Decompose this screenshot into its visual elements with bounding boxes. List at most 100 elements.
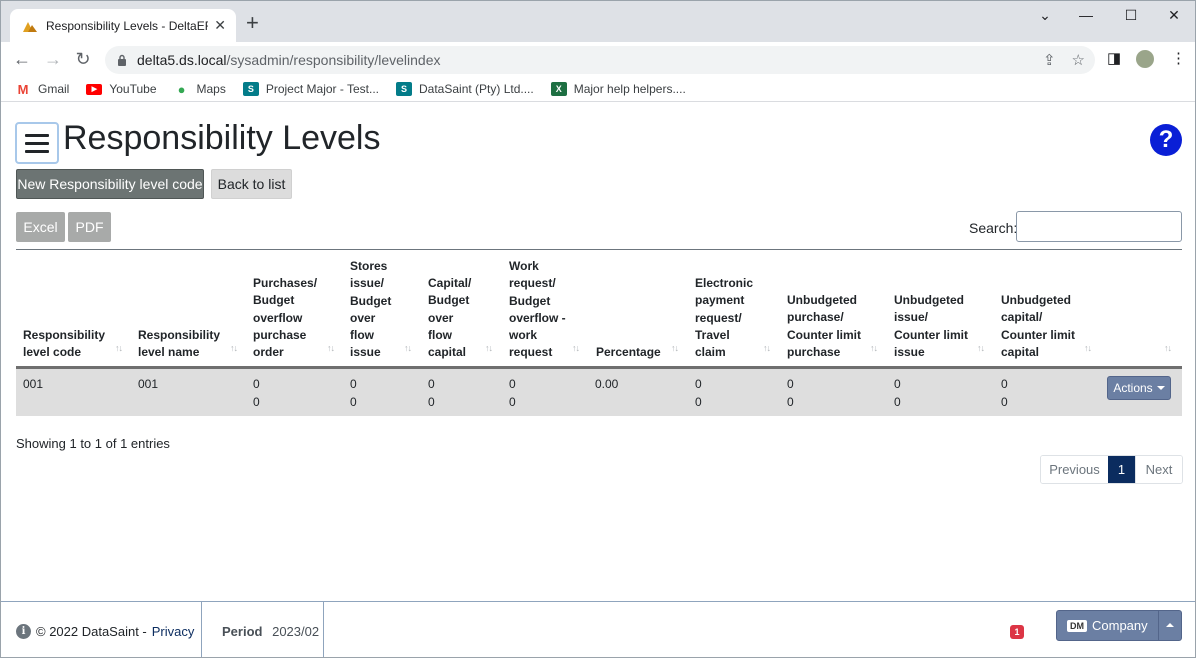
footer-period: Period 2023/02 bbox=[222, 624, 319, 639]
footer-divider bbox=[323, 602, 324, 657]
cell-work-request-secondary: 0 bbox=[509, 395, 516, 409]
column-header-unbudgeted-purchase[interactable]: Unbudgeted purchase/ Counter limit purch… bbox=[787, 292, 867, 361]
sharepoint-icon: S bbox=[242, 82, 259, 96]
cell-unbudgeted-capital: 0 bbox=[1001, 377, 1008, 391]
actions-label: Actions bbox=[1113, 381, 1153, 395]
sort-icon[interactable]: ↑↓ bbox=[572, 343, 580, 353]
browser-tab[interactable]: Responsibility Levels - DeltaERP5 ✕ bbox=[10, 9, 236, 42]
footer-divider bbox=[201, 602, 202, 657]
bookmark-star-icon[interactable]: ☆ bbox=[1072, 51, 1085, 69]
help-icon[interactable]: ? bbox=[1150, 124, 1182, 156]
bookmark-label: Maps bbox=[196, 82, 226, 96]
sort-icon[interactable]: ↑↓ bbox=[1164, 343, 1172, 353]
pagination-page[interactable]: 1 bbox=[1108, 456, 1135, 483]
tab-search-icon[interactable]: ⌄ bbox=[1035, 7, 1055, 24]
sort-icon[interactable]: ↑↓ bbox=[327, 343, 335, 353]
cell-purchases-secondary: 0 bbox=[253, 395, 260, 409]
column-header-electronic-payment[interactable]: Electronic payment request/ Travel claim bbox=[695, 275, 759, 361]
sort-icon[interactable]: ↑↓ bbox=[404, 343, 412, 353]
cell-stores-issue: 0 bbox=[350, 377, 357, 391]
cell-unbudgeted-capital-secondary: 0 bbox=[1001, 395, 1008, 409]
new-tab-icon[interactable]: + bbox=[246, 12, 259, 34]
search-label: Search: bbox=[969, 220, 1018, 236]
column-header-stores-issue[interactable]: Stores issue/ Budget over flow issue bbox=[350, 258, 400, 362]
column-header-percentage[interactable]: Percentage bbox=[596, 344, 668, 361]
bookmark-datasaint[interactable]: S DataSaint (Pty) Ltd.... bbox=[396, 82, 534, 96]
actions-dropdown-button[interactable]: Actions bbox=[1107, 376, 1171, 400]
column-header-level-name[interactable]: Responsibility level name bbox=[138, 327, 222, 362]
sort-icon[interactable]: ↑↓ bbox=[977, 343, 985, 353]
back-to-list-button[interactable]: Back to list bbox=[211, 169, 292, 199]
pagination-next[interactable]: Next bbox=[1135, 456, 1182, 483]
bookmark-maps[interactable]: ● Maps bbox=[174, 81, 226, 97]
bookmark-major-help[interactable]: X Major help helpers.... bbox=[550, 82, 686, 96]
export-pdf-button[interactable]: PDF bbox=[68, 212, 111, 242]
split-divider bbox=[1158, 611, 1159, 640]
bookmark-label: Project Major - Test... bbox=[265, 82, 379, 96]
sort-icon[interactable]: ↑↓ bbox=[485, 343, 493, 353]
cell-unbudgeted-purchase: 0 bbox=[787, 377, 794, 391]
sort-icon[interactable]: ↑↓ bbox=[1084, 343, 1092, 353]
url-host: delta5.ds.local bbox=[137, 52, 227, 68]
bookmark-project-major[interactable]: S Project Major - Test... bbox=[242, 82, 379, 96]
export-excel-button[interactable]: Excel bbox=[16, 212, 65, 242]
cell-stores-issue-secondary: 0 bbox=[350, 395, 357, 409]
cell-work-request: 0 bbox=[509, 377, 516, 391]
column-header-level-code[interactable]: Responsibility level code bbox=[23, 327, 113, 362]
table-info: Showing 1 to 1 of 1 entries bbox=[16, 436, 170, 451]
cell-purchases: 0 bbox=[253, 377, 260, 391]
sort-icon[interactable]: ↑↓ bbox=[230, 343, 238, 353]
column-header-capital[interactable]: Capital/ Budget over flow capital bbox=[428, 275, 478, 361]
period-value: 2023/02 bbox=[272, 624, 320, 639]
bookmarks-bar: M Gmail ▶ YouTube ● Maps S Project Major… bbox=[1, 77, 1195, 102]
period-label: Period bbox=[222, 624, 263, 639]
page-title: Responsibility Levels bbox=[63, 119, 381, 157]
sort-icon[interactable]: ↑↓ bbox=[870, 343, 878, 353]
column-header-work-request[interactable]: Work request/ Budget overflow - work req… bbox=[509, 258, 569, 362]
bookmark-youtube[interactable]: ▶ YouTube bbox=[86, 82, 157, 96]
menu-toggle-button[interactable] bbox=[15, 122, 59, 164]
caret-up-icon[interactable] bbox=[1166, 623, 1174, 627]
cell-unbudgeted-issue-secondary: 0 bbox=[894, 395, 901, 409]
cell-level-code: 001 bbox=[23, 377, 44, 391]
side-panel-icon[interactable]: ◨ bbox=[1107, 49, 1121, 67]
lock-icon bbox=[118, 54, 126, 66]
bookmark-label: Major help helpers.... bbox=[573, 82, 686, 96]
bookmark-label: Gmail bbox=[38, 82, 70, 96]
footer: i © 2022 DataSaint - Privacy Period 2023… bbox=[1, 601, 1195, 657]
address-bar[interactable]: delta5.ds.local/sysadmin/responsibility/… bbox=[105, 46, 1095, 74]
sort-icon[interactable]: ↑↓ bbox=[115, 343, 123, 353]
cell-percentage: 0.00 bbox=[595, 377, 619, 391]
browser-menu-icon[interactable]: ⋮ bbox=[1171, 49, 1186, 67]
info-icon: i bbox=[16, 624, 31, 639]
maps-pin-icon: ● bbox=[177, 81, 186, 97]
deltaerp-favicon-icon bbox=[23, 21, 37, 32]
maximize-icon[interactable]: ☐ bbox=[1121, 7, 1141, 24]
notification-badge[interactable]: 1 bbox=[1010, 625, 1024, 639]
company-switcher-button[interactable]: DM Company bbox=[1056, 610, 1182, 641]
profile-avatar[interactable] bbox=[1136, 50, 1154, 68]
tab-close-icon[interactable]: ✕ bbox=[214, 17, 226, 34]
sort-icon[interactable]: ↑↓ bbox=[763, 343, 771, 353]
pagination-previous[interactable]: Previous bbox=[1041, 456, 1108, 483]
column-header-purchases[interactable]: Purchases/ Budget overflow purchase orde… bbox=[253, 275, 323, 361]
tab-strip: Responsibility Levels - DeltaERP5 ✕ + ⌄ … bbox=[1, 1, 1195, 42]
new-responsibility-level-button[interactable]: New Responsibility level code bbox=[16, 169, 204, 199]
pagination: Previous 1 Next bbox=[1040, 455, 1183, 484]
privacy-link[interactable]: Privacy bbox=[152, 624, 195, 639]
excel-icon: X bbox=[550, 82, 567, 96]
bookmark-gmail[interactable]: M Gmail bbox=[15, 82, 70, 97]
sort-icon[interactable]: ↑↓ bbox=[671, 343, 679, 353]
close-window-icon[interactable]: ✕ bbox=[1164, 7, 1184, 24]
company-badge: DM bbox=[1067, 619, 1087, 632]
back-arrow-icon[interactable]: ← bbox=[11, 48, 33, 70]
search-input[interactable] bbox=[1016, 211, 1182, 242]
caret-down-icon bbox=[1156, 386, 1165, 390]
minimize-icon[interactable]: — bbox=[1076, 7, 1096, 23]
browser-toolbar: ← → ↻ delta5.ds.local/sysadmin/responsib… bbox=[1, 42, 1195, 76]
share-icon[interactable]: ⇪ bbox=[1043, 51, 1056, 69]
reload-icon[interactable]: ↻ bbox=[72, 48, 94, 70]
forward-arrow-icon[interactable]: → bbox=[42, 48, 64, 70]
column-header-unbudgeted-capital[interactable]: Unbudgeted capital/ Counter limit capita… bbox=[1001, 292, 1081, 361]
column-header-unbudgeted-issue[interactable]: Unbudgeted issue/ Counter limit issue bbox=[894, 292, 974, 361]
